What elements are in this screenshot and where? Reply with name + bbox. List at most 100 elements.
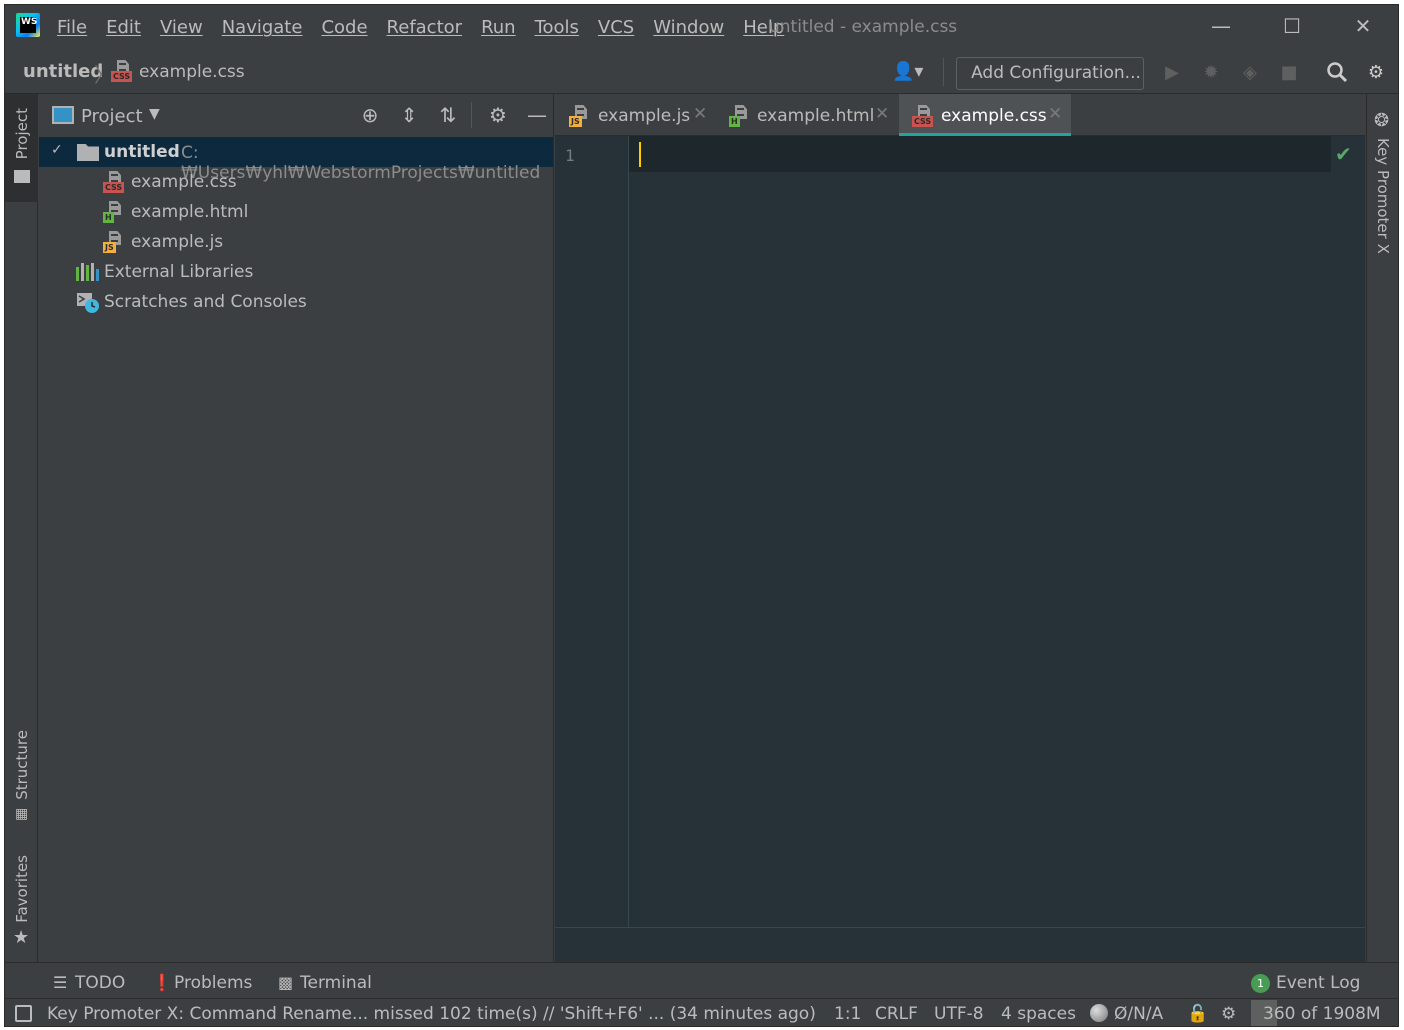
problems-tool-tab[interactable]: ❗ Problems	[152, 973, 252, 993]
tab-example-html[interactable]: H example.html ✕	[723, 94, 898, 136]
project-panel-title[interactable]: Project	[81, 106, 143, 127]
close-icon[interactable]: ✕	[1343, 11, 1383, 41]
tree-scratches[interactable]: Scratches and Consoles	[39, 287, 553, 317]
tree-file-label: example.css	[131, 172, 237, 192]
settings-gear-icon[interactable]: ⚙	[485, 102, 511, 128]
menu-code[interactable]: Code	[321, 17, 367, 38]
close-tab-icon[interactable]: ✕	[875, 104, 889, 124]
menu-vcs[interactable]: VCS	[598, 17, 634, 38]
navigation-bar: untitled 〉 CSS example.css 👤▾ Add Config…	[5, 49, 1398, 94]
maximize-icon[interactable]: ☐	[1272, 11, 1312, 41]
stop-icon[interactable]: ■	[1277, 61, 1301, 85]
menu-edit[interactable]: Edit	[106, 17, 141, 38]
ide-window: WS File Edit View Navigate Code Refactor…	[4, 4, 1399, 1027]
menu-refactor[interactable]: Refactor	[387, 17, 463, 38]
hector-inspector-icon[interactable]: ⚙	[1221, 1004, 1236, 1024]
menu-navigate[interactable]: Navigate	[222, 17, 303, 38]
todo-label: TODO	[75, 973, 126, 993]
tree-file-row[interactable]: JS example.js	[39, 227, 553, 257]
tree-root-label: untitled	[104, 142, 180, 162]
locate-target-icon[interactable]: ⊕	[357, 102, 383, 128]
status-message[interactable]: Key Promoter X: Command Rename... missed…	[47, 1004, 816, 1024]
library-icon	[76, 263, 99, 281]
context-label: Ø/N/A	[1114, 1004, 1164, 1024]
js-file-icon: JS	[569, 105, 591, 127]
tab-example-js[interactable]: JS example.js ✕	[563, 94, 713, 136]
close-tab-icon[interactable]: ✕	[693, 104, 707, 124]
menu-window[interactable]: Window	[653, 17, 724, 38]
context-sphere-icon	[1090, 1004, 1108, 1022]
todo-tool-tab[interactable]: ☰ TODO	[53, 973, 125, 993]
settings-gear-icon[interactable]: ⚙	[1364, 61, 1388, 85]
toggle-tool-windows-icon[interactable]	[15, 1005, 32, 1022]
external-libraries-label: External Libraries	[104, 262, 254, 282]
indent-setting[interactable]: 4 spaces	[1001, 1004, 1076, 1024]
event-log-label: Event Log	[1276, 973, 1361, 993]
debug-icon[interactable]: ✹	[1199, 61, 1223, 85]
tab-example-css[interactable]: CSS example.css ✕	[899, 94, 1071, 136]
line-number: 1	[565, 146, 575, 165]
close-tab-icon[interactable]: ✕	[1048, 104, 1062, 124]
hide-panel-icon[interactable]: —	[524, 102, 550, 128]
file-encoding[interactable]: UTF-8	[934, 1004, 984, 1024]
collapse-all-icon[interactable]: ⇅	[435, 102, 461, 128]
project-panel-header: Project ▼ ⊕ ⇕ ⇅ ⚙ —	[39, 94, 553, 134]
tree-file-row[interactable]: CSS example.css	[39, 167, 553, 197]
tab-label: example.css	[941, 106, 1047, 126]
project-tool-tab[interactable]: Project	[5, 94, 38, 202]
editor-tabs: JS example.js ✕ H example.html ✕ CSS exa…	[555, 94, 1365, 136]
right-tool-stripe: ❂ Key Promoter X	[1366, 94, 1398, 962]
search-icon[interactable]	[1325, 61, 1349, 85]
line-gutter: 1	[555, 136, 629, 927]
context-indicator[interactable]: Ø/N/A	[1090, 1004, 1163, 1024]
favorites-tool-tab[interactable]: Favorites ★	[5, 849, 38, 949]
chevron-down-icon[interactable]: ✓	[51, 142, 63, 158]
tree-file-row[interactable]: H example.html	[39, 197, 553, 227]
tree-root-untitled[interactable]: ✓ untitled C:₩Users₩yhl₩WebstormProjects…	[39, 137, 553, 183]
event-count-badge: 1	[1251, 974, 1270, 993]
minimize-icon[interactable]: —	[1201, 11, 1241, 41]
event-log-tool-tab[interactable]: 1 Event Log	[1251, 973, 1360, 993]
structure-icon: ▦	[15, 806, 29, 822]
menu-run[interactable]: Run	[481, 17, 516, 38]
scratches-icon	[76, 292, 100, 314]
info-icon: ❗	[152, 973, 172, 992]
project-view-icon	[52, 106, 74, 124]
caret-position[interactable]: 1:1	[834, 1004, 861, 1024]
breadcrumb-project[interactable]: untitled	[23, 61, 103, 82]
project-panel: Project ▼ ⊕ ⇕ ⇅ ⚙ — ✓ untitled C:₩Users₩…	[39, 94, 554, 962]
favorites-tab-label: Favorites	[13, 855, 31, 923]
menu-tools[interactable]: Tools	[535, 17, 579, 38]
tree-file-label: example.html	[131, 202, 249, 222]
no-problems-check-icon[interactable]: ✔	[1335, 142, 1352, 166]
menu-file[interactable]: File	[57, 17, 87, 38]
memory-label: 360 of 1908M	[1263, 1004, 1381, 1024]
key-promoter-tab[interactable]: Key Promoter X	[1374, 138, 1392, 254]
js-file-icon: JS	[103, 231, 125, 253]
css-file-icon: CSS	[111, 60, 133, 82]
terminal-icon: ▩	[278, 973, 294, 992]
chevron-down-icon[interactable]: ▼	[149, 106, 160, 122]
terminal-tool-tab[interactable]: ▩ Terminal	[278, 973, 372, 993]
menu-view[interactable]: View	[160, 17, 203, 38]
editor-footer	[555, 927, 1365, 962]
memory-indicator[interactable]: 360 of 1908M	[1251, 999, 1387, 1026]
tree-external-libraries[interactable]: External Libraries	[39, 257, 553, 287]
title-bar: WS File Edit View Navigate Code Refactor…	[5, 5, 1398, 49]
code-editor[interactable]: 1 ✔	[555, 136, 1365, 927]
structure-tool-tab[interactable]: Structure ▦	[5, 724, 38, 824]
html-file-icon: H	[729, 105, 751, 127]
expand-all-icon[interactable]: ⇕	[396, 102, 422, 128]
user-account-icon[interactable]: 👤▾	[892, 61, 932, 83]
coverage-icon[interactable]: ◈	[1238, 61, 1262, 85]
run-icon[interactable]: ▶	[1160, 61, 1184, 85]
add-configuration-button[interactable]: Add Configuration...	[956, 57, 1144, 90]
tree-file-label: example.js	[131, 232, 224, 252]
read-only-lock-icon[interactable]: 🔓	[1187, 1004, 1208, 1024]
folder-icon	[77, 144, 99, 161]
breadcrumb-file[interactable]: example.css	[139, 62, 245, 82]
main-menu: File Edit View Navigate Code Refactor Ru…	[57, 17, 803, 38]
status-bar: Key Promoter X: Command Rename... missed…	[5, 998, 1398, 1026]
line-separator[interactable]: CRLF	[875, 1004, 918, 1024]
html-file-icon: H	[103, 201, 125, 223]
